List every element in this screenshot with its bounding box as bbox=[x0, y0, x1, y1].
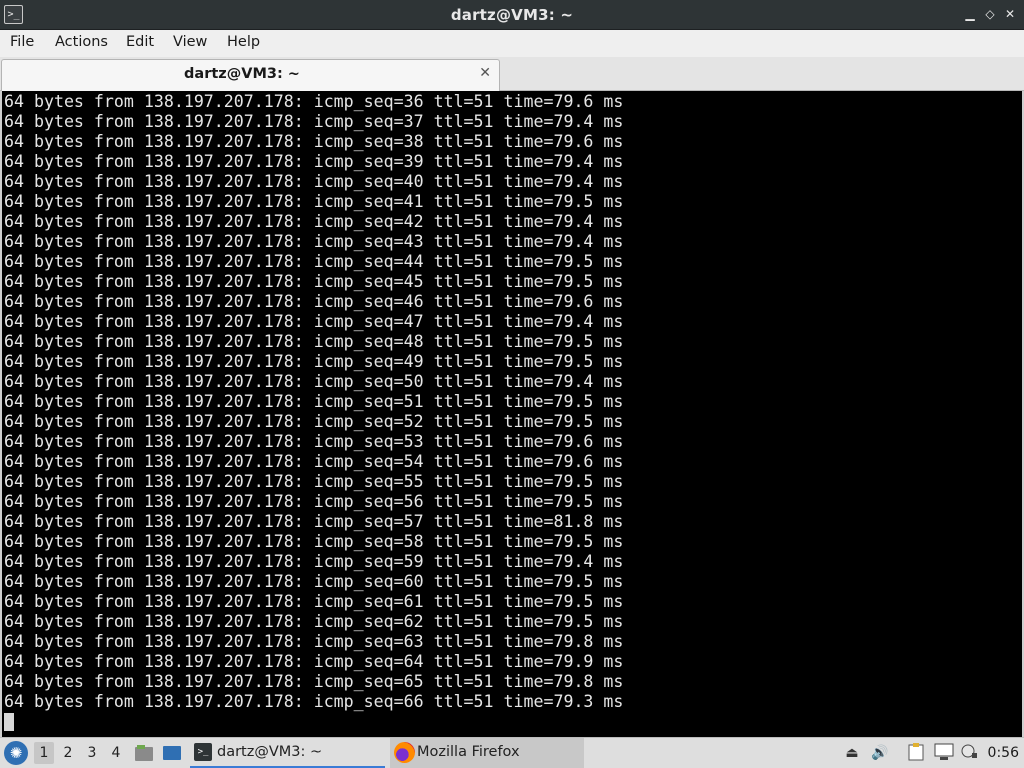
task-firefox[interactable]: Mozilla Firefox bbox=[390, 738, 584, 768]
menu-view[interactable]: View bbox=[173, 34, 207, 50]
terminal-line: 64 bytes from 138.197.207.178: icmp_seq=… bbox=[4, 412, 624, 431]
workspace-2[interactable]: 2 bbox=[58, 742, 78, 764]
terminal-line: 64 bytes from 138.197.207.178: icmp_seq=… bbox=[4, 632, 624, 651]
terminal-line: 64 bytes from 138.197.207.178: icmp_seq=… bbox=[4, 292, 624, 311]
workspace-4[interactable]: 4 bbox=[106, 742, 126, 764]
window-titlebar[interactable]: >_ dartz@VM3: ~ ▁ ◇ ✕ bbox=[0, 0, 1024, 30]
terminal-line: 64 bytes from 138.197.207.178: icmp_seq=… bbox=[4, 112, 624, 131]
terminal-line: 64 bytes from 138.197.207.178: icmp_seq=… bbox=[4, 432, 624, 451]
terminal-line: 64 bytes from 138.197.207.178: icmp_seq=… bbox=[4, 532, 624, 551]
minimize-button[interactable]: ▁ bbox=[962, 6, 978, 22]
workspace-1[interactable]: 1 bbox=[34, 742, 54, 764]
terminal-line: 64 bytes from 138.197.207.178: icmp_seq=… bbox=[4, 492, 624, 511]
restore-button[interactable]: ◇ bbox=[982, 6, 998, 22]
terminal-view[interactable]: 64 bytes from 138.197.207.178: icmp_seq=… bbox=[0, 91, 1024, 737]
terminal-output: 64 bytes from 138.197.207.178: icmp_seq=… bbox=[4, 92, 623, 731]
tab-close-icon[interactable]: ✕ bbox=[479, 65, 491, 81]
terminal-line: 64 bytes from 138.197.207.178: icmp_seq=… bbox=[4, 252, 624, 271]
task-terminal[interactable]: >_ dartz@VM3: ~ bbox=[190, 738, 385, 768]
eject-icon[interactable]: ⏏ bbox=[842, 743, 862, 763]
clock[interactable]: 0:56 bbox=[988, 745, 1019, 761]
workspace-3[interactable]: 3 bbox=[82, 742, 102, 764]
terminal-line: 64 bytes from 138.197.207.178: icmp_seq=… bbox=[4, 512, 624, 531]
tab-label: dartz@VM3: ~ bbox=[184, 66, 300, 82]
terminal-line: 64 bytes from 138.197.207.178: icmp_seq=… bbox=[4, 212, 624, 231]
task-label: Mozilla Firefox bbox=[417, 744, 520, 760]
terminal-line: 64 bytes from 138.197.207.178: icmp_seq=… bbox=[4, 192, 624, 211]
terminal-line: 64 bytes from 138.197.207.178: icmp_seq=… bbox=[4, 312, 624, 331]
menu-edit[interactable]: Edit bbox=[126, 34, 154, 50]
terminal-line: 64 bytes from 138.197.207.178: icmp_seq=… bbox=[4, 572, 624, 591]
terminal-cursor bbox=[4, 713, 14, 731]
terminal-line: 64 bytes from 138.197.207.178: icmp_seq=… bbox=[4, 592, 624, 611]
menu-bar: File Actions Edit View Help bbox=[0, 30, 1024, 57]
terminal-line: 64 bytes from 138.197.207.178: icmp_seq=… bbox=[4, 692, 624, 711]
terminal-line: 64 bytes from 138.197.207.178: icmp_seq=… bbox=[4, 332, 624, 351]
tab-bar: dartz@VM3: ~ ✕ bbox=[0, 57, 1024, 91]
terminal-line: 64 bytes from 138.197.207.178: icmp_seq=… bbox=[4, 172, 624, 191]
terminal-line: 64 bytes from 138.197.207.178: icmp_seq=… bbox=[4, 552, 624, 571]
notification-icon[interactable] bbox=[960, 743, 980, 763]
terminal-line: 64 bytes from 138.197.207.178: icmp_seq=… bbox=[4, 232, 624, 251]
terminal-line: 64 bytes from 138.197.207.178: icmp_seq=… bbox=[4, 272, 624, 291]
window-title: dartz@VM3: ~ bbox=[450, 6, 574, 24]
tab-terminal[interactable]: dartz@VM3: ~ ✕ bbox=[1, 59, 500, 91]
terminal-line: 64 bytes from 138.197.207.178: icmp_seq=… bbox=[4, 472, 624, 491]
close-button[interactable]: ✕ bbox=[1002, 6, 1018, 22]
terminal-line: 64 bytes from 138.197.207.178: icmp_seq=… bbox=[4, 392, 624, 411]
terminal-line: 64 bytes from 138.197.207.178: icmp_seq=… bbox=[4, 132, 624, 151]
volume-icon[interactable]: 🔊 bbox=[870, 743, 890, 763]
desktop-icon[interactable] bbox=[162, 743, 182, 763]
terminal-line: 64 bytes from 138.197.207.178: icmp_seq=… bbox=[4, 92, 624, 111]
clipboard-icon[interactable] bbox=[906, 743, 926, 763]
menu-actions[interactable]: Actions bbox=[55, 34, 108, 50]
taskbar: ✺ 1 2 3 4 >_ dartz@VM3: ~ Mozilla Firefo… bbox=[0, 737, 1024, 768]
menu-file[interactable]: File bbox=[10, 34, 34, 50]
terminal-line: 64 bytes from 138.197.207.178: icmp_seq=… bbox=[4, 352, 624, 371]
files-icon[interactable] bbox=[134, 743, 154, 763]
network-icon[interactable] bbox=[934, 743, 954, 763]
firefox-icon bbox=[394, 742, 415, 763]
start-menu-icon[interactable]: ✺ bbox=[4, 741, 28, 765]
terminal-line: 64 bytes from 138.197.207.178: icmp_seq=… bbox=[4, 612, 624, 631]
terminal-line: 64 bytes from 138.197.207.178: icmp_seq=… bbox=[4, 152, 624, 171]
terminal-line: 64 bytes from 138.197.207.178: icmp_seq=… bbox=[4, 652, 624, 671]
terminal-line: 64 bytes from 138.197.207.178: icmp_seq=… bbox=[4, 672, 624, 691]
terminal-line: 64 bytes from 138.197.207.178: icmp_seq=… bbox=[4, 452, 624, 471]
menu-help[interactable]: Help bbox=[227, 34, 260, 50]
task-label: dartz@VM3: ~ bbox=[217, 744, 323, 760]
terminal-icon: >_ bbox=[194, 743, 212, 761]
terminal-line: 64 bytes from 138.197.207.178: icmp_seq=… bbox=[4, 372, 624, 391]
